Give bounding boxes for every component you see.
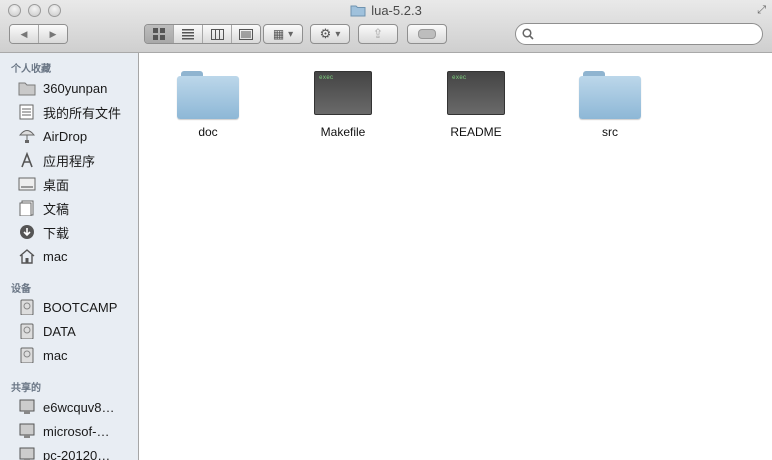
applications-icon	[21, 152, 33, 168]
cover-flow-icon	[239, 28, 253, 40]
sidebar-item-airdrop[interactable]: AirDrop	[18, 125, 87, 147]
file-item-doc[interactable]: doc	[153, 71, 263, 139]
sidebar: 个人收藏 360yunpan 我的所有文件 AirDrop 应用程序 桌面 文稿…	[0, 53, 139, 460]
forward-icon: ▶	[49, 28, 57, 39]
sidebar-item-label: 桌面	[43, 177, 70, 193]
search-input[interactable]	[536, 26, 760, 44]
back-button[interactable]: ◀	[10, 25, 38, 43]
sidebar-item-desktop[interactable]: 桌面	[18, 173, 69, 195]
sidebar-item-shared-3[interactable]: pc-20120…	[18, 444, 110, 460]
file-item-makefile[interactable]: exec Makefile	[288, 71, 398, 139]
icon-view-icon	[153, 28, 165, 40]
sidebar-item-label: pc-20120…	[43, 447, 111, 460]
back-forward-control: ◀ ▶	[9, 24, 68, 44]
airdrop-icon	[18, 130, 36, 143]
sidebar-item-label: 我的所有文件	[43, 105, 122, 121]
sidebar-item-shared-2[interactable]: microsof-…	[18, 420, 109, 442]
chevron-down-icon: ▾	[288, 28, 294, 40]
list-view-button[interactable]	[173, 25, 202, 43]
sidebar-item-label: DATA	[43, 323, 76, 339]
file-name: doc	[198, 125, 218, 139]
sidebar-item-label: mac	[43, 347, 68, 363]
forward-button[interactable]: ▶	[38, 25, 67, 43]
sidebar-item-label: 文稿	[43, 201, 70, 217]
tag-icon	[418, 29, 436, 39]
desktop-icon	[18, 177, 36, 191]
folder-icon	[579, 71, 641, 119]
sidebar-item-label: 360yunpan	[43, 80, 108, 96]
chevron-down-icon: ▾	[335, 28, 341, 40]
file-name: README	[450, 125, 502, 139]
sidebar-item-mac-disk[interactable]: mac	[18, 344, 68, 366]
shared-header: 共享的	[11, 383, 41, 394]
favorites-header: 个人收藏	[11, 64, 51, 75]
sidebar-item-label: BOOTCAMP	[43, 299, 118, 315]
sidebar-item-label: 下载	[43, 225, 70, 241]
gear-icon: ⚙	[319, 26, 332, 41]
arrange-icon: ▦	[272, 27, 285, 41]
view-mode-control	[144, 24, 261, 44]
executable-icon: exec	[314, 71, 372, 115]
folder-icon	[350, 5, 366, 17]
search-icon	[522, 28, 534, 40]
cover-flow-button[interactable]	[231, 25, 260, 43]
column-view-icon	[210, 28, 224, 40]
sidebar-item-data[interactable]: DATA	[18, 320, 76, 342]
label-button[interactable]	[407, 24, 447, 44]
file-name: src	[602, 125, 618, 139]
disk-icon	[20, 299, 34, 315]
disk-icon	[20, 323, 34, 339]
executable-icon: exec	[447, 71, 505, 115]
search-field[interactable]	[515, 23, 763, 45]
home-icon	[19, 249, 35, 264]
sidebar-item-documents[interactable]: 文稿	[18, 197, 69, 219]
window-title-container: lua-5.2.3	[0, 3, 772, 20]
exec-badge: exec	[452, 74, 467, 81]
sidebar-item-label: mac	[43, 248, 68, 264]
sidebar-item-all-my-files[interactable]: 我的所有文件	[18, 101, 121, 123]
title-bar: lua-5.2.3 ⤢ ◀ ▶ ▦ ▾ ⚙ ▾ ⇪	[0, 0, 772, 53]
folder-icon	[177, 71, 239, 119]
sidebar-item-label: e6wcquv8…	[43, 399, 115, 415]
computer-icon	[19, 447, 35, 460]
sidebar-item-applications[interactable]: 应用程序	[18, 149, 95, 171]
exec-badge: exec	[319, 74, 334, 81]
file-item-src[interactable]: src	[555, 71, 665, 139]
devices-header: 设备	[11, 284, 31, 295]
sidebar-item-home[interactable]: mac	[18, 245, 68, 267]
sidebar-item-shared-1[interactable]: e6wcquv8…	[18, 396, 115, 418]
sidebar-item-360yunpan[interactable]: 360yunpan	[18, 77, 107, 99]
column-view-button[interactable]	[202, 25, 231, 43]
sidebar-item-bootcamp[interactable]: BOOTCAMP	[18, 296, 117, 318]
arrange-button[interactable]: ▦ ▾	[263, 24, 303, 44]
share-icon: ⇪	[372, 26, 384, 41]
file-item-readme[interactable]: exec README	[421, 71, 531, 139]
documents-icon	[19, 200, 34, 216]
back-icon: ◀	[20, 28, 28, 39]
sidebar-item-label: 应用程序	[43, 153, 96, 169]
downloads-icon	[20, 225, 34, 239]
list-view-icon	[182, 28, 194, 39]
icon-view-button[interactable]	[145, 25, 173, 43]
window-title: lua-5.2.3	[371, 3, 422, 18]
computer-icon	[19, 399, 35, 414]
disk-icon	[20, 347, 34, 363]
action-button[interactable]: ⚙ ▾	[310, 24, 350, 44]
all-files-icon	[19, 104, 34, 120]
folder-icon	[18, 82, 36, 96]
sidebar-item-label: microsof-…	[43, 423, 110, 439]
sidebar-item-downloads[interactable]: 下载	[18, 221, 69, 243]
fullscreen-icon[interactable]: ⤢	[757, 4, 766, 17]
computer-icon	[19, 423, 35, 438]
share-button[interactable]: ⇪	[358, 24, 398, 44]
file-browser: doc exec Makefile exec README src	[139, 53, 772, 460]
sidebar-item-label: AirDrop	[43, 128, 88, 144]
file-name: Makefile	[320, 125, 366, 139]
finder-window: lua-5.2.3 ⤢ ◀ ▶ ▦ ▾ ⚙ ▾ ⇪ 个人收藏 360yunpan…	[0, 0, 772, 460]
